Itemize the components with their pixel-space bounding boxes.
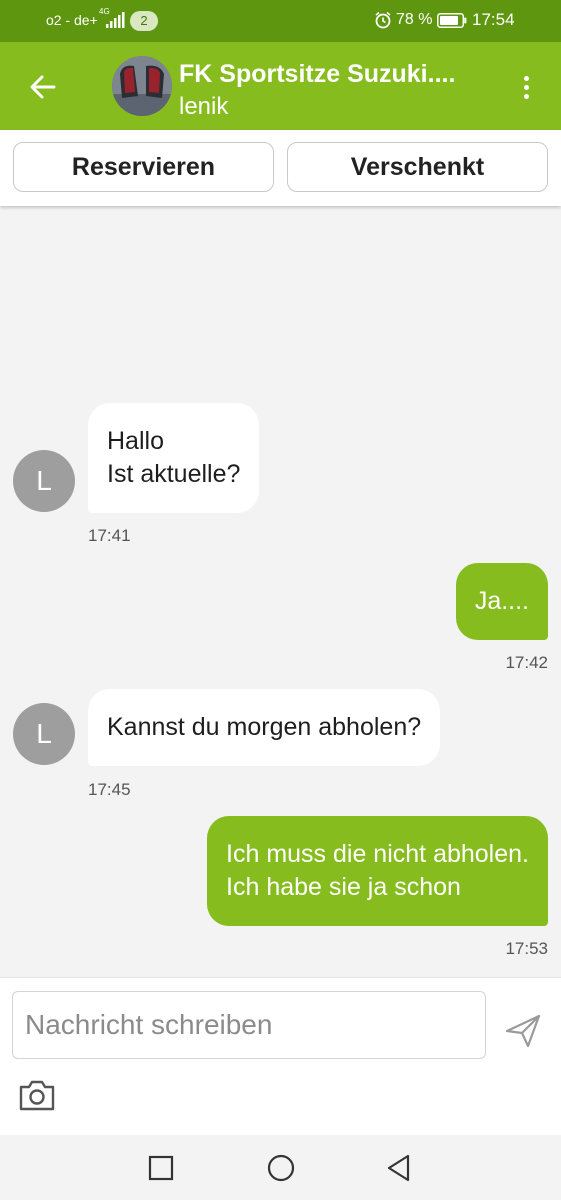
outgoing-message: Ich muss die nicht abholen. Ich habe sie… bbox=[207, 816, 548, 926]
message-line: Ja.... bbox=[474, 587, 529, 615]
message-line: Ich habe sie ja schon bbox=[226, 873, 461, 901]
signal-icon bbox=[106, 12, 125, 28]
notification-badge: 2 bbox=[130, 11, 158, 31]
message-time: 17:53 bbox=[505, 939, 548, 958]
incoming-message: Kannst du morgen abholen? bbox=[88, 689, 441, 766]
message-time: 17:45 bbox=[88, 780, 131, 799]
chat-partner-name: lenik bbox=[179, 93, 229, 120]
message-time: 17:41 bbox=[88, 526, 131, 545]
chat-header: FK Sportsitze Suzuki.... lenik bbox=[0, 42, 561, 130]
camera-icon[interactable] bbox=[18, 1078, 56, 1112]
message-composer bbox=[0, 977, 561, 1135]
car-seats-image bbox=[112, 56, 172, 116]
back-arrow-icon bbox=[30, 75, 56, 99]
system-nav-bar bbox=[0, 1135, 561, 1200]
battery-icon bbox=[437, 13, 467, 28]
chat-title: FK Sportsitze Suzuki.... bbox=[179, 60, 456, 88]
more-options-button[interactable] bbox=[510, 66, 542, 108]
listing-actions: Reservieren Verschenkt bbox=[0, 130, 561, 206]
listing-thumbnail[interactable] bbox=[112, 56, 172, 116]
battery-percent: 78 % bbox=[396, 11, 433, 28]
more-vert-icon bbox=[523, 75, 529, 81]
message-line: Ist aktuelle? bbox=[107, 460, 241, 488]
given-away-button[interactable]: Verschenkt bbox=[287, 142, 548, 192]
alarm-icon bbox=[375, 11, 391, 29]
carrier-label: o2 - de+ bbox=[46, 12, 98, 28]
recents-icon[interactable] bbox=[146, 1153, 176, 1183]
home-icon[interactable] bbox=[266, 1153, 296, 1183]
message-line: Ich muss die nicht abholen. bbox=[226, 840, 529, 868]
send-icon[interactable] bbox=[502, 1010, 544, 1052]
message-line: Kannst du morgen abholen? bbox=[107, 713, 422, 741]
message-line: Hallo bbox=[107, 427, 164, 455]
back-button[interactable] bbox=[22, 66, 64, 108]
reserve-button[interactable]: Reservieren bbox=[13, 142, 274, 192]
message-input[interactable] bbox=[12, 991, 486, 1059]
sender-avatar: L bbox=[13, 450, 75, 512]
outgoing-message: Ja.... bbox=[455, 563, 548, 640]
back-icon[interactable] bbox=[384, 1153, 414, 1183]
sender-avatar: L bbox=[13, 703, 75, 765]
incoming-message: Hallo Ist aktuelle? bbox=[88, 403, 260, 513]
status-time: 17:54 bbox=[472, 10, 515, 29]
message-time: 17:42 bbox=[505, 653, 548, 672]
status-bar: o2 - de+ 4G 2 78 % 17:54 bbox=[0, 0, 561, 42]
